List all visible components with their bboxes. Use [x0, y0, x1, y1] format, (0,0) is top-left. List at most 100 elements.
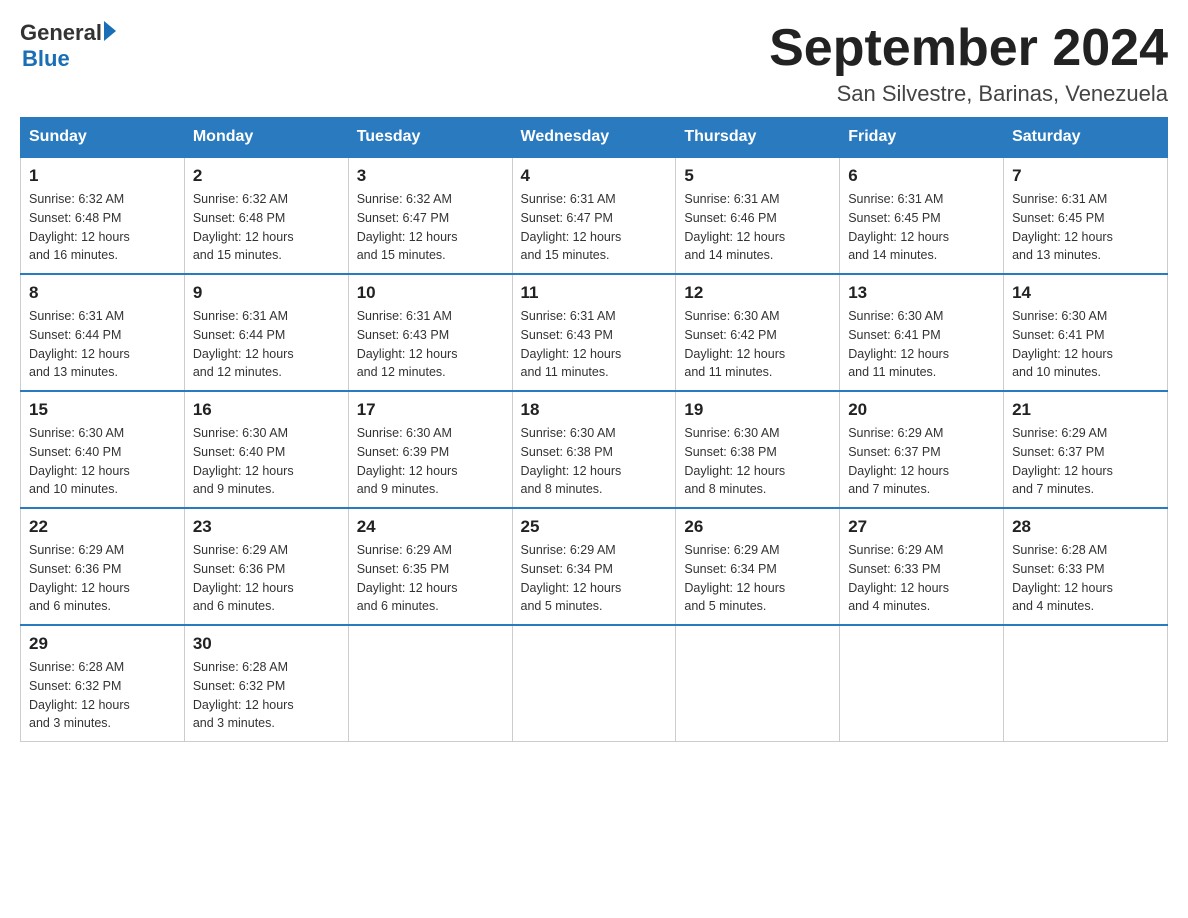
- day-info: Sunrise: 6:31 AMSunset: 6:47 PMDaylight:…: [521, 190, 668, 265]
- day-info: Sunrise: 6:30 AMSunset: 6:42 PMDaylight:…: [684, 307, 831, 382]
- day-number: 29: [29, 634, 176, 654]
- day-info-line: Daylight: 12 hours: [193, 698, 294, 712]
- col-header-thursday: Thursday: [676, 118, 840, 158]
- day-info-line: Daylight: 12 hours: [193, 581, 294, 595]
- day-number: 6: [848, 166, 995, 186]
- day-info-line: and 13 minutes.: [1012, 248, 1101, 262]
- day-info-line: Sunrise: 6:31 AM: [684, 192, 779, 206]
- calendar-cell-29: 29Sunrise: 6:28 AMSunset: 6:32 PMDayligh…: [21, 625, 185, 742]
- day-info-line: and 4 minutes.: [1012, 599, 1094, 613]
- day-info-line: Sunrise: 6:31 AM: [193, 309, 288, 323]
- day-info-line: Sunset: 6:32 PM: [193, 679, 285, 693]
- calendar-cell-21: 21Sunrise: 6:29 AMSunset: 6:37 PMDayligh…: [1004, 391, 1168, 508]
- day-info-line: Sunrise: 6:32 AM: [29, 192, 124, 206]
- day-info-line: Daylight: 12 hours: [521, 581, 622, 595]
- day-info: Sunrise: 6:31 AMSunset: 6:44 PMDaylight:…: [193, 307, 340, 382]
- day-info: Sunrise: 6:29 AMSunset: 6:34 PMDaylight:…: [684, 541, 831, 616]
- day-number: 15: [29, 400, 176, 420]
- calendar-cell-15: 15Sunrise: 6:30 AMSunset: 6:40 PMDayligh…: [21, 391, 185, 508]
- calendar-cell-13: 13Sunrise: 6:30 AMSunset: 6:41 PMDayligh…: [840, 274, 1004, 391]
- day-info-line: Sunrise: 6:29 AM: [848, 426, 943, 440]
- day-info-line: Sunset: 6:33 PM: [1012, 562, 1104, 576]
- calendar-cell-6: 6Sunrise: 6:31 AMSunset: 6:45 PMDaylight…: [840, 157, 1004, 274]
- day-number: 23: [193, 517, 340, 537]
- calendar-cell-empty: [512, 625, 676, 742]
- day-info-line: Daylight: 12 hours: [1012, 464, 1113, 478]
- day-info-line: and 6 minutes.: [357, 599, 439, 613]
- calendar-cell-8: 8Sunrise: 6:31 AMSunset: 6:44 PMDaylight…: [21, 274, 185, 391]
- calendar-cell-14: 14Sunrise: 6:30 AMSunset: 6:41 PMDayligh…: [1004, 274, 1168, 391]
- day-info-line: Sunrise: 6:28 AM: [193, 660, 288, 674]
- day-info: Sunrise: 6:32 AMSunset: 6:48 PMDaylight:…: [193, 190, 340, 265]
- day-number: 17: [357, 400, 504, 420]
- day-number: 18: [521, 400, 668, 420]
- calendar-cell-28: 28Sunrise: 6:28 AMSunset: 6:33 PMDayligh…: [1004, 508, 1168, 625]
- calendar-cell-18: 18 Sunrise: 6:30 AMSunset: 6:38 PMDayligh…: [512, 391, 676, 508]
- day-info-line: Sunrise: 6:28 AM: [1012, 543, 1107, 557]
- day-info-line: and 3 minutes.: [193, 716, 275, 730]
- day-info: Sunrise: 6:30 AMSunset: 6:38 PMDaylight:…: [521, 424, 668, 499]
- calendar-cell-7: 7Sunrise: 6:31 AMSunset: 6:45 PMDaylight…: [1004, 157, 1168, 274]
- col-header-sunday: Sunday: [21, 118, 185, 158]
- day-info: Sunrise: 6:29 AMSunset: 6:36 PMDaylight:…: [193, 541, 340, 616]
- day-info-line: Sunset: 6:35 PM: [357, 562, 449, 576]
- day-info-line: Sunrise: 6:32 AM: [357, 192, 452, 206]
- day-info-line: Sunset: 6:44 PM: [29, 328, 121, 342]
- day-info-line: Sunrise: 6:29 AM: [1012, 426, 1107, 440]
- day-number: 12: [684, 283, 831, 303]
- day-number: 27: [848, 517, 995, 537]
- day-number: 3: [357, 166, 504, 186]
- day-info-line: Sunset: 6:43 PM: [521, 328, 613, 342]
- day-info-line: Daylight: 12 hours: [848, 464, 949, 478]
- calendar-cell-4: 4Sunrise: 6:31 AMSunset: 6:47 PMDaylight…: [512, 157, 676, 274]
- calendar-cell-empty: [348, 625, 512, 742]
- day-info-line: Sunset: 6:48 PM: [29, 211, 121, 225]
- day-info: Sunrise: 6:29 AMSunset: 6:37 PMDaylight:…: [1012, 424, 1159, 499]
- day-number: 28: [1012, 517, 1159, 537]
- day-info-line: and 8 minutes.: [684, 482, 766, 496]
- day-info: Sunrise: 6:31 AMSunset: 6:46 PMDaylight:…: [684, 190, 831, 265]
- logo: General Blue: [20, 20, 116, 72]
- day-info-line: Sunrise: 6:29 AM: [848, 543, 943, 557]
- day-info-line: Sunrise: 6:30 AM: [357, 426, 452, 440]
- day-info-line: and 12 minutes.: [357, 365, 446, 379]
- day-info-line: Sunset: 6:33 PM: [848, 562, 940, 576]
- title-block: September 2024 San Silvestre, Barinas, V…: [769, 20, 1168, 107]
- day-info-line: Daylight: 12 hours: [1012, 230, 1113, 244]
- day-info-line: and 14 minutes.: [684, 248, 773, 262]
- day-info-line: Sunrise: 6:32 AM: [193, 192, 288, 206]
- day-info-line: and 9 minutes.: [193, 482, 275, 496]
- day-number: 1: [29, 166, 176, 186]
- day-number: 19: [684, 400, 831, 420]
- calendar-cell-22: 22Sunrise: 6:29 AMSunset: 6:36 PMDayligh…: [21, 508, 185, 625]
- day-number: 25: [521, 517, 668, 537]
- calendar-cell-empty: [1004, 625, 1168, 742]
- day-info-line: and 12 minutes.: [193, 365, 282, 379]
- day-number: 7: [1012, 166, 1159, 186]
- day-info-line: Sunset: 6:44 PM: [193, 328, 285, 342]
- day-info-line: and 3 minutes.: [29, 716, 111, 730]
- calendar-cell-empty: [840, 625, 1004, 742]
- day-info-line: Daylight: 12 hours: [357, 347, 458, 361]
- day-info-line: Daylight: 12 hours: [521, 464, 622, 478]
- day-info: Sunrise: 6:28 AMSunset: 6:33 PMDaylight:…: [1012, 541, 1159, 616]
- day-number: 5: [684, 166, 831, 186]
- day-info: Sunrise: 6:30 AMSunset: 6:38 PMDaylight:…: [684, 424, 831, 499]
- day-info-line: Daylight: 12 hours: [684, 581, 785, 595]
- page-header: General Blue September 2024 San Silvestr…: [20, 20, 1168, 107]
- day-info-line: and 13 minutes.: [29, 365, 118, 379]
- day-info: Sunrise: 6:29 AMSunset: 6:33 PMDaylight:…: [848, 541, 995, 616]
- day-info: Sunrise: 6:29 AMSunset: 6:37 PMDaylight:…: [848, 424, 995, 499]
- logo-general: General: [20, 20, 102, 46]
- day-info: Sunrise: 6:29 AMSunset: 6:35 PMDaylight:…: [357, 541, 504, 616]
- calendar-cell-30: 30 Sunrise: 6:28 AM Sunset: 6:32 PM Dayligh…: [184, 625, 348, 742]
- day-info-line: Sunrise: 6:30 AM: [29, 426, 124, 440]
- day-number: 30: [193, 634, 340, 654]
- day-info-line: Daylight: 12 hours: [193, 230, 294, 244]
- day-info-line: Daylight: 12 hours: [357, 230, 458, 244]
- day-info-line: and 7 minutes.: [1012, 482, 1094, 496]
- day-info-line: Sunrise: 6:28 AM: [29, 660, 124, 674]
- day-info-line: Daylight: 12 hours: [684, 347, 785, 361]
- day-info: Sunrise: 6:30 AMSunset: 6:39 PMDaylight:…: [357, 424, 504, 499]
- day-info-line: and 10 minutes.: [1012, 365, 1101, 379]
